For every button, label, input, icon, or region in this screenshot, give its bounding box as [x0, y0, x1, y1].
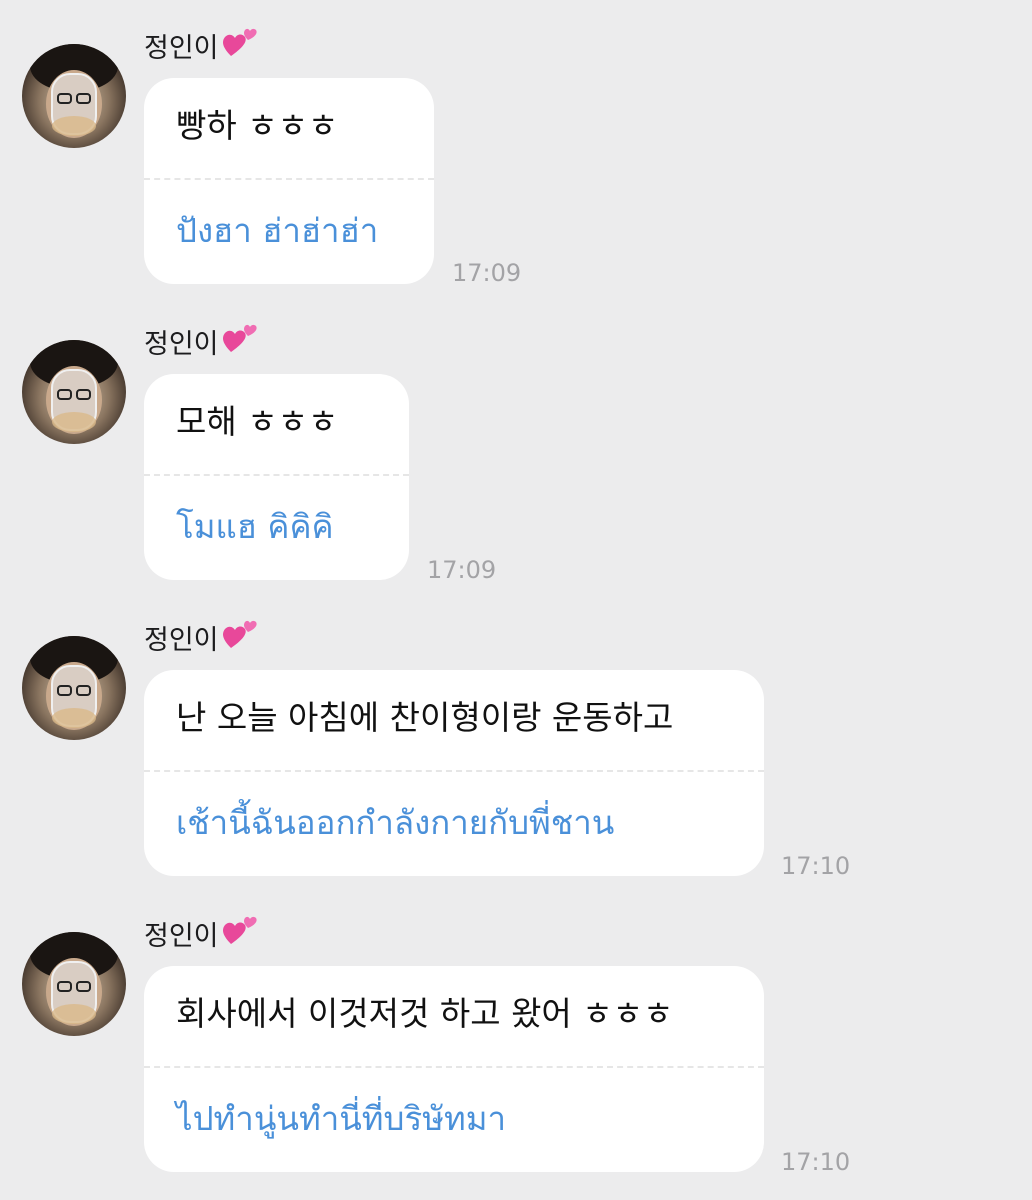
chat-message: 정인이 난 오늘 아침에 찬이형이랑 운동하고 เช้านี้ฉันออกกำล… — [0, 620, 1032, 884]
translation-text: เช้านี้ฉันออกกำลังกายกับพี่ชาน — [176, 803, 615, 842]
translation-text: ไปทำนู่นทำนี่ที่บริษัทมา — [176, 1099, 506, 1138]
divider — [144, 474, 409, 476]
translation-text: ปังฮา ฮ่าฮ่าฮ่า — [176, 211, 379, 250]
sender-name-text: 정인이 — [144, 328, 219, 360]
avatar[interactable] — [22, 932, 126, 1036]
timestamp: 17:09 — [427, 556, 497, 584]
original-text: 회사에서 이것저것 하고 왔어 ㅎㅎㅎ — [176, 994, 674, 1033]
avatar[interactable] — [22, 636, 126, 740]
chat-message: 정인이 빵하 ㅎㅎㅎ ปังฮา ฮ่าฮ่าฮ่า 17:09 — [0, 28, 1032, 292]
translation-text: โมแฮ คิคิคิ — [176, 507, 334, 546]
sender-name-text: 정인이 — [144, 920, 219, 952]
sender-name-text: 정인이 — [144, 32, 219, 64]
sender-name: 정인이 — [144, 28, 259, 65]
timestamp: 17:10 — [781, 852, 851, 880]
chat-message: 정인이 회사에서 이것저것 하고 왔어 ㅎㅎㅎ ไปทำนู่นทำนี่ที่… — [0, 916, 1032, 1180]
timestamp: 17:10 — [781, 1148, 851, 1176]
sender-name: 정인이 — [144, 620, 259, 657]
two-hearts-icon — [221, 616, 259, 657]
divider — [144, 178, 434, 180]
message-bubble[interactable]: 모해 ㅎㅎㅎ โมแฮ คิคิคิ — [144, 374, 409, 580]
original-text: 빵하 ㅎㅎㅎ — [176, 106, 339, 145]
message-bubble[interactable]: 난 오늘 아침에 찬이형이랑 운동하고 เช้านี้ฉันออกกำลังกา… — [144, 670, 764, 876]
divider — [144, 770, 764, 772]
original-text: 난 오늘 아침에 찬이형이랑 운동하고 — [176, 698, 674, 737]
sender-name: 정인이 — [144, 916, 259, 953]
sender-name: 정인이 — [144, 324, 259, 361]
two-hearts-icon — [221, 24, 259, 65]
timestamp: 17:09 — [452, 259, 522, 287]
sender-name-text: 정인이 — [144, 624, 219, 656]
message-bubble[interactable]: 빵하 ㅎㅎㅎ ปังฮา ฮ่าฮ่าฮ่า — [144, 78, 434, 284]
chat-message: 정인이 모해 ㅎㅎㅎ โมแฮ คิคิคิ 17:09 — [0, 324, 1032, 588]
divider — [144, 1066, 764, 1068]
message-bubble[interactable]: 회사에서 이것저것 하고 왔어 ㅎㅎㅎ ไปทำนู่นทำนี่ที่บริษ… — [144, 966, 764, 1172]
original-text: 모해 ㅎㅎㅎ — [176, 402, 339, 441]
two-hearts-icon — [221, 912, 259, 953]
avatar[interactable] — [22, 44, 126, 148]
two-hearts-icon — [221, 320, 259, 361]
avatar[interactable] — [22, 340, 126, 444]
